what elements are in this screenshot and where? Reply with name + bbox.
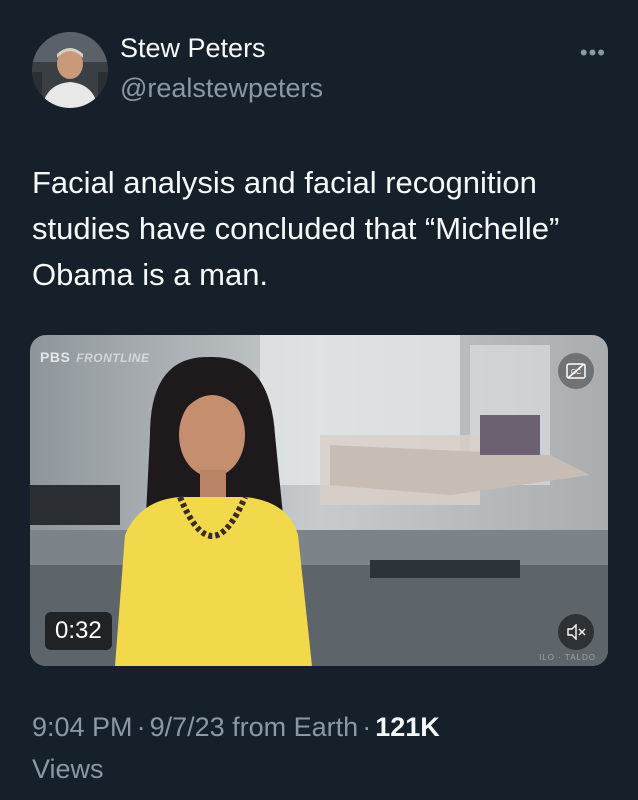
video-thumbnail: [30, 335, 608, 666]
video-duration: 0:32: [45, 612, 112, 650]
video-player[interactable]: PBS FRONTLINE CC 0:32 ILO · TALDO: [30, 335, 608, 666]
tweet-meta: 9:04 PM · 9/7/23 from Earth · 121K Views: [32, 706, 612, 790]
tweet-date[interactable]: 9/7/23: [150, 712, 225, 742]
meta-separator: ·: [362, 712, 372, 742]
pbs-frontline-logo: PBS FRONTLINE: [40, 349, 149, 365]
captions-off-icon[interactable]: CC: [558, 353, 594, 389]
author-display-name[interactable]: Stew Peters: [120, 32, 323, 64]
author-names: Stew Peters @realstewpeters: [120, 32, 323, 104]
avatar-image: [32, 32, 108, 108]
views-count[interactable]: 121K: [375, 712, 440, 742]
frontline-logo-text: FRONTLINE: [76, 351, 150, 365]
volume-muted-icon[interactable]: [558, 614, 594, 650]
meta-separator: ·: [136, 712, 146, 742]
tweet-text: Facial analysis and facial recognition s…: [32, 165, 560, 292]
tweet-time[interactable]: 9:04 PM: [32, 712, 133, 742]
video-watermark: ILO · TALDO: [539, 653, 596, 662]
tweet-source: from Earth: [232, 712, 359, 742]
author-handle[interactable]: @realstewpeters: [120, 72, 323, 104]
author-avatar[interactable]: [32, 32, 108, 108]
pbs-logo-text: PBS: [40, 349, 71, 365]
tweet-header: Stew Peters @realstewpeters •••: [32, 32, 614, 112]
more-horizontal-icon[interactable]: •••: [580, 40, 606, 66]
views-label: Views: [32, 754, 104, 784]
